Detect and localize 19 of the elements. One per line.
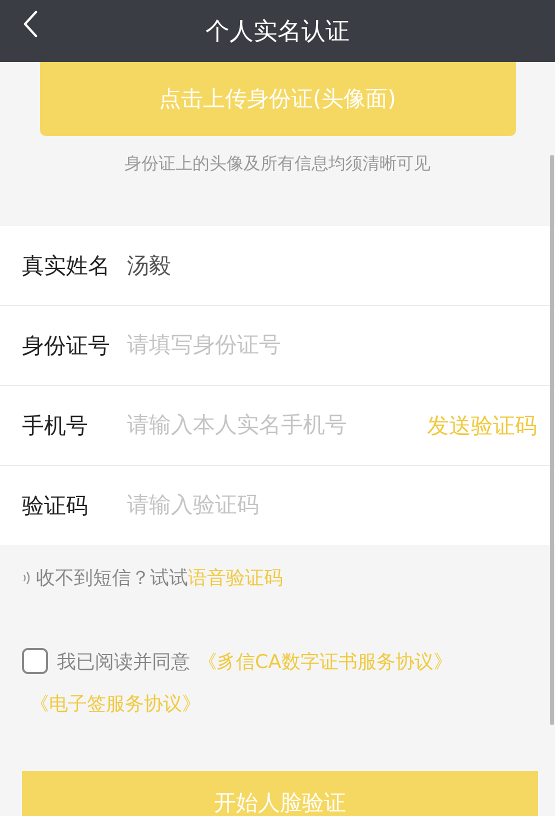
input-field[interactable]: 请填写身份证号 — [127, 333, 537, 358]
upload-id-button[interactable]: 点击上传身份证(头像面) — [40, 62, 516, 136]
agreement-link[interactable]: 《豸信CA数字证书服务协议》 — [198, 651, 452, 673]
send-code-link[interactable]: 发送验证码 — [427, 410, 537, 440]
input-field[interactable]: 汤毅 — [127, 253, 537, 278]
agreement-link[interactable]: 《电子签服务协议》 — [30, 693, 201, 715]
field-label: 手机号 — [22, 412, 89, 440]
input-field[interactable]: 请输入验证码 — [127, 493, 537, 518]
upload-hint: 身份证上的头像及所有信息均须清晰可见 — [124, 153, 432, 175]
input-field[interactable]: 请输入本人实名手机号 — [127, 413, 427, 438]
field-label: 验证码 — [22, 492, 89, 520]
field-label: 真实姓名 — [22, 252, 111, 280]
start-face-verify-button[interactable]: 开始人脸验证 — [22, 771, 538, 816]
back-icon[interactable] — [22, 10, 38, 38]
field-label: 身份证号 — [22, 332, 111, 360]
page-title: 个人实名认证 — [206, 16, 350, 47]
agree-checkbox[interactable] — [22, 648, 48, 674]
voice-code-link[interactable]: 语音验证码 — [188, 567, 283, 589]
voice-hint: 收不到短信？试试语音验证码 — [36, 566, 283, 591]
